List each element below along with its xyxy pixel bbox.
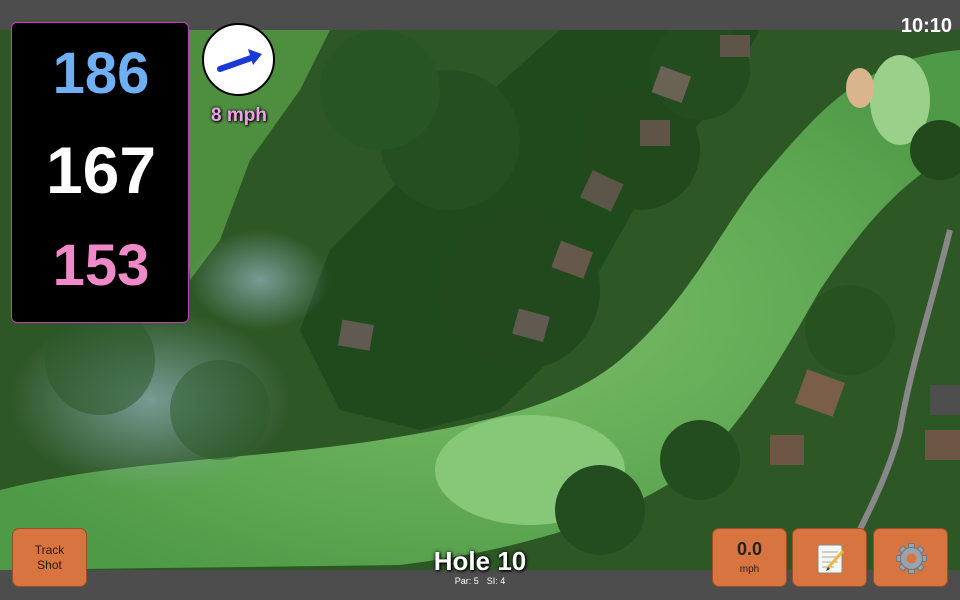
track-shot-button[interactable]: Track Shot: [12, 528, 87, 587]
speed-value: 0.0: [736, 539, 763, 559]
track-shot-label-line1: Track: [34, 542, 65, 557]
hole-meta: Par: 5 SI: 4: [380, 577, 580, 586]
status-clock: 10:10: [900, 15, 952, 37]
hole-title: Hole 10: [433, 546, 527, 576]
yardage-panel: 186 167 153: [11, 22, 189, 323]
speed-unit: mph: [739, 564, 760, 575]
bunker: [846, 68, 874, 108]
speed-button[interactable]: 0.0 mph: [712, 528, 787, 587]
notes-button[interactable]: [792, 528, 867, 587]
back-yardage: 186: [52, 41, 150, 106]
front-yardage: 153: [52, 233, 150, 298]
gear-icon: [896, 543, 927, 574]
stroke-index-label: SI: 4: [486, 576, 506, 586]
settings-button[interactable]: [873, 528, 948, 587]
notepad-icon: [817, 544, 845, 574]
wind-speed-label: 8 mph: [211, 105, 267, 126]
center-yardage: 167: [45, 133, 157, 207]
track-shot-label-line2: Shot: [37, 557, 62, 572]
par-label: Par: 5: [454, 576, 479, 586]
arrow-right-up-icon: [217, 49, 262, 72]
wind-indicator: [202, 23, 275, 96]
